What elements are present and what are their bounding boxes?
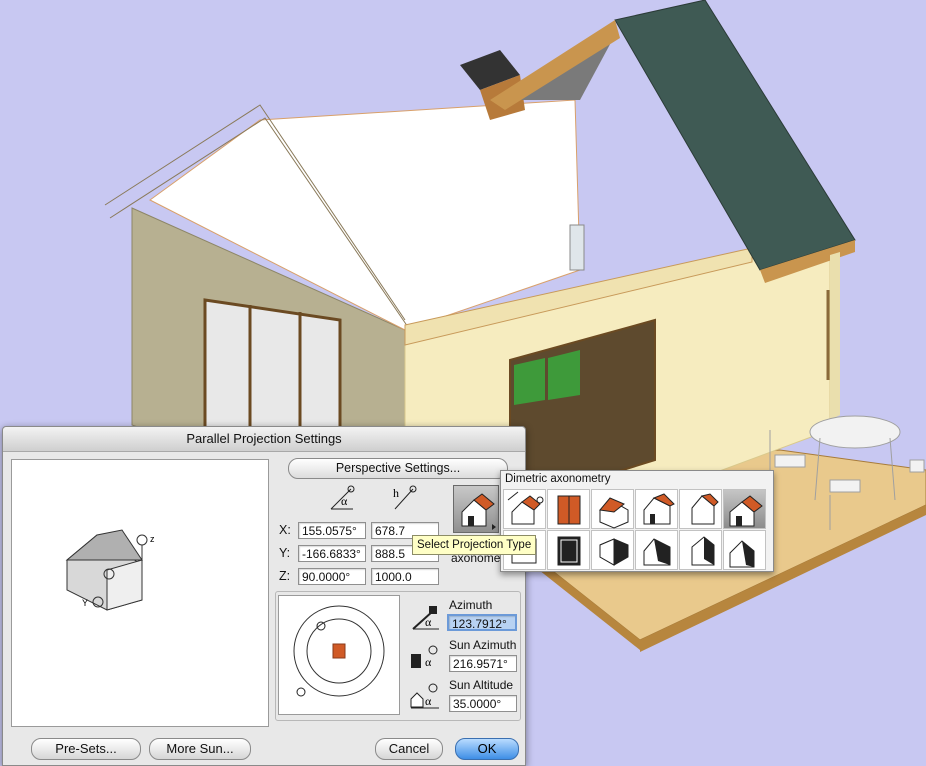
sun-altitude-label: Sun Altitude [449,678,514,692]
svg-text:α: α [425,694,432,708]
projection-monometric[interactable] [635,489,678,529]
presets-button[interactable]: Pre-Sets... [31,738,141,760]
projection-dimetric[interactable] [723,489,766,529]
select-projection-tooltip: Select Projection Type [412,535,537,555]
z-angle-field[interactable]: 90.0000° [298,568,366,585]
dimetric-bottom-icon [729,540,755,568]
house-preview-icon: z Y [65,529,155,611]
sun-azimuth-field[interactable]: 216.9571° [449,655,517,672]
z-value-field[interactable]: 1000.0 [371,568,439,585]
military-bottom-icon [691,536,715,566]
roof [614,0,856,271]
x-label: X: [279,523,291,537]
table [809,415,901,449]
parallel-projection-dialog: Parallel Projection Settings z Y Perspec… [2,426,526,766]
window-left [203,298,342,442]
azimuth-icon: α [412,606,439,630]
sun-altitude-icon: α [410,683,439,709]
azimuth-field[interactable]: 123.7912° [447,614,517,631]
monometric-bottom-icon [643,538,671,566]
top-view-icon [557,495,581,525]
projection-military-bottom[interactable] [679,530,722,570]
perspective-settings-button[interactable]: Perspective Settings... [288,458,508,479]
dimetric-house-icon [461,493,496,530]
projection-custom-axonometry[interactable] [503,489,546,529]
projection-isometric[interactable] [591,489,634,529]
azimuth-label: Azimuth [449,598,493,612]
projection-monometric-bottom[interactable] [635,530,678,570]
more-sun-button[interactable]: More Sun... [149,738,251,760]
preview-y-label: Y [82,598,88,608]
sun-altitude-field[interactable]: 35.0000° [449,695,517,712]
wall-right [830,252,840,420]
palette-title: Dimetric axonometry [505,473,611,485]
bottom-view-icon [557,536,581,566]
sun-azimuth-icon: α [411,645,438,669]
dialog-title: Parallel Projection Settings [3,427,525,452]
projection-type-palette: Dimetric axonometry [500,470,774,572]
z-label: Z: [279,569,291,583]
y-label: Y: [279,546,291,560]
isometric-bottom-icon [599,538,629,566]
projection-isometric-bottom[interactable] [591,530,634,570]
camera-marker-icon [316,621,326,631]
svg-text:h: h [393,486,399,500]
cancel-button[interactable]: Cancel [375,738,443,760]
preview-z-label: z [150,534,155,544]
projection-bottom-view[interactable] [547,530,590,570]
custom-axonometry-icon [507,491,544,525]
military-house-icon [691,493,719,525]
sun-marker-icon [296,687,306,697]
view-angle-icon: α [330,485,355,510]
projection-military[interactable] [679,489,722,529]
ok-button[interactable]: OK [455,738,519,760]
x-angle-field[interactable]: 155.0575° [298,522,366,539]
sun-azimuth-label: Sun Azimuth [449,638,517,652]
svg-text:α: α [425,615,432,629]
projection-top-view[interactable] [547,489,590,529]
svg-text:α: α [425,655,432,669]
svg-text:α: α [341,494,348,508]
isometric-house-icon [599,497,629,529]
projection-type-button[interactable] [453,485,499,533]
monometric-house-icon [643,493,675,525]
height-icon: h [393,485,417,510]
y-angle-field[interactable]: -166.6833° [298,545,366,562]
projection-dimetric-bottom[interactable] [723,530,766,570]
projection-preview[interactable]: z Y [11,459,269,727]
dimetric-selected-icon [729,495,763,527]
sun-position-widget[interactable] [278,595,400,715]
